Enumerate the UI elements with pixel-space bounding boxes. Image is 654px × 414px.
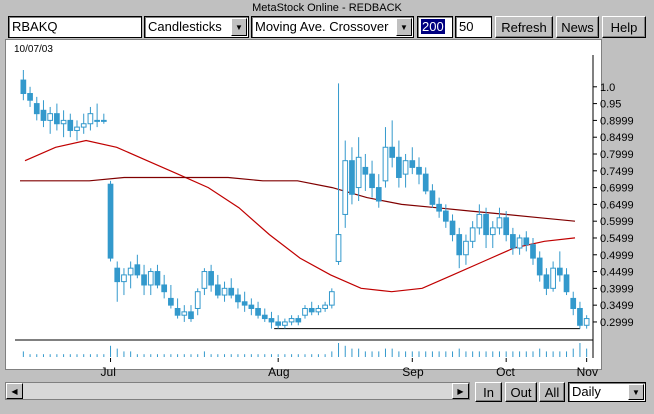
symbol-input[interactable]: RBAKQ <box>8 16 142 38</box>
help-button[interactable]: Help <box>602 16 646 38</box>
y-tick-label: 0.95 <box>600 99 621 111</box>
y-tick-label: 0.3999 <box>600 283 634 295</box>
zoom-in-button[interactable]: In <box>475 382 502 402</box>
y-tick-label: 0.6999 <box>600 183 634 195</box>
scroll-right-icon[interactable]: ▶ <box>452 383 469 399</box>
y-tick-label: 0.5499 <box>600 233 634 245</box>
refresh-button[interactable]: Refresh <box>495 16 553 38</box>
y-tick-label: 1.0 <box>600 82 615 94</box>
window-title: MetaStock Online - REDBACK <box>252 2 402 14</box>
y-tick-label: 0.4999 <box>600 250 634 262</box>
y-tick-label: 0.3499 <box>600 300 634 312</box>
y-tick-label: 0.4499 <box>600 267 634 279</box>
y-tick-label: 0.7499 <box>600 166 634 178</box>
indicator-value: Moving Ave. Crossover <box>255 19 389 34</box>
zoom-all-button[interactable]: All <box>539 382 565 402</box>
y-tick-label: 0.8999 <box>600 115 634 127</box>
indicator-select[interactable]: Moving Ave. Crossover ▼ <box>251 16 414 38</box>
interval-value: Daily <box>572 384 601 399</box>
period1-input[interactable]: 200 <box>417 16 453 38</box>
y-tick-label: 0.2999 <box>600 317 634 329</box>
chart-type-value: Candlesticks <box>148 19 222 34</box>
y-tick-label: 0.5999 <box>600 216 634 228</box>
period1-value: 200 <box>421 19 445 34</box>
chevron-down-icon[interactable]: ▼ <box>231 18 247 36</box>
zoom-out-button[interactable]: Out <box>505 382 537 402</box>
y-tick-label: 0.7999 <box>600 149 634 161</box>
y-tick-label: 0.8499 <box>600 132 634 144</box>
news-button[interactable]: News <box>556 16 599 38</box>
y-tick-label: 0.6499 <box>600 199 634 211</box>
chart-type-select[interactable]: Candlesticks ▼ <box>144 16 249 38</box>
chevron-down-icon[interactable]: ▼ <box>396 18 412 36</box>
chevron-down-icon[interactable]: ▼ <box>628 384 644 400</box>
horizontal-scrollbar[interactable]: ◀ ▶ <box>5 382 470 400</box>
chart-area[interactable] <box>5 39 602 370</box>
interval-select[interactable]: Daily ▼ <box>568 382 646 402</box>
chart-date-label: 10/07/03 <box>14 44 53 55</box>
period2-input[interactable]: 50 <box>455 16 492 38</box>
scroll-left-icon[interactable]: ◀ <box>6 383 23 399</box>
